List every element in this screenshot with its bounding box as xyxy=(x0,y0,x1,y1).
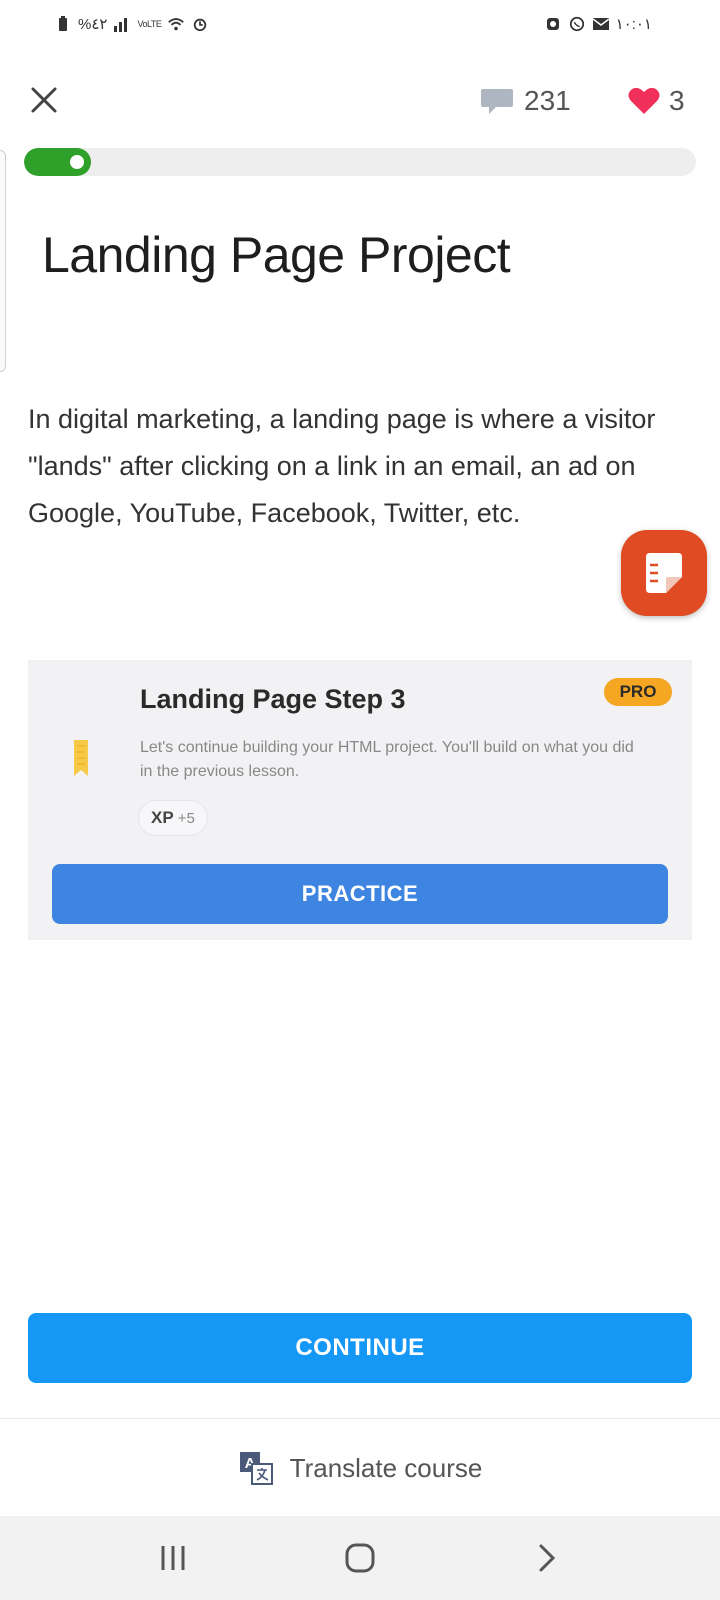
close-button[interactable] xyxy=(24,80,64,120)
lesson-card: Landing Page Step 3 PRO Let's continue b… xyxy=(28,660,692,940)
heart-icon xyxy=(628,87,660,114)
practice-button[interactable]: PRACTICE xyxy=(52,864,668,924)
recents-icon xyxy=(161,1546,185,1570)
back-button[interactable] xyxy=(517,1528,577,1588)
card-title: Landing Page Step 3 xyxy=(140,684,406,714)
status-right: ١٠:٠١ xyxy=(544,15,653,33)
lesson-body-text: In digital marketing, a landing page is … xyxy=(28,404,656,528)
hearts-count: 3 xyxy=(669,85,685,116)
whatsapp-icon xyxy=(569,16,584,32)
clock: ١٠:٠١ xyxy=(615,16,653,33)
status-bar: %٤٢ VoLTE ١٠:٠١ xyxy=(0,0,720,48)
mail-icon xyxy=(592,18,610,30)
comments-button[interactable]: 231 xyxy=(480,84,571,118)
back-icon xyxy=(539,1544,555,1572)
notes-icon xyxy=(646,553,682,593)
lesson-progress-bar xyxy=(24,148,696,176)
recents-button[interactable] xyxy=(143,1528,203,1588)
hearts-counter[interactable]: 3 xyxy=(627,84,685,118)
volte-label: VoLTE xyxy=(137,19,162,29)
continue-button[interactable]: CONTINUE xyxy=(28,1313,692,1383)
divider xyxy=(0,1418,720,1419)
wifi-icon xyxy=(168,18,185,31)
translate-course-button[interactable]: A Translate course xyxy=(0,1440,720,1496)
close-icon xyxy=(31,87,57,113)
comments-count: 231 xyxy=(524,85,571,116)
home-icon xyxy=(345,1543,375,1573)
system-nav-bar xyxy=(0,1516,720,1600)
battery-icon xyxy=(59,16,67,31)
xp-chip: XP +5 xyxy=(138,800,208,836)
translate-label: Translate course xyxy=(289,1452,483,1483)
screen: %٤٢ VoLTE ١٠:٠١ 231 3 Landing Page Proje… xyxy=(0,0,720,1600)
top-bar: 231 3 xyxy=(0,70,720,134)
home-button[interactable] xyxy=(330,1528,390,1588)
floating-notes-button[interactable] xyxy=(621,530,707,616)
status-left: %٤٢ VoLTE xyxy=(54,15,209,33)
xp-label: XP xyxy=(151,808,174,827)
signal-icon xyxy=(114,18,128,32)
card-description: Let's continue building your HTML projec… xyxy=(140,739,634,780)
comment-icon xyxy=(481,89,513,114)
translate-icon: A xyxy=(239,1452,273,1485)
pro-badge: PRO xyxy=(604,678,672,706)
alarm-icon xyxy=(194,18,207,32)
settings-icon xyxy=(546,18,559,30)
side-drawer-handle[interactable] xyxy=(0,150,6,372)
battery-percent: %٤٢ xyxy=(78,16,108,33)
bookmark-icon xyxy=(74,740,88,776)
xp-value: +5 xyxy=(177,809,195,827)
page-title: Landing Page Project xyxy=(42,227,511,283)
